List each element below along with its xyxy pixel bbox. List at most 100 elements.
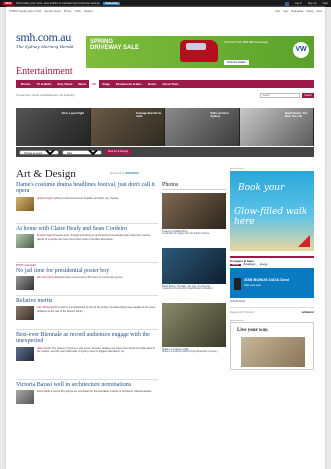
story-divider <box>16 223 158 224</box>
right-sidebar: Advertisement Book your Glow-filled walk… <box>230 168 314 370</box>
gallery-description: A collection of images from the Fairfax … <box>162 233 210 235</box>
breadcrumb-text[interactable]: You are here: Home › Entertainment › Art… <box>16 94 74 97</box>
compare-save-widget: Compare & Save Mobile Broadband Energy 3… <box>230 256 314 303</box>
story-thumbnail[interactable] <box>16 346 34 361</box>
top-bar: NEW Personalise your news, save articles… <box>0 0 331 7</box>
story-divider <box>16 379 158 380</box>
nav-item-art[interactable]: Art <box>89 80 100 88</box>
story-thumbnail[interactable] <box>16 196 34 211</box>
tab-mobile[interactable]: Mobile <box>230 264 241 266</box>
mobile-deal-ad[interactable]: 3GB BONUS DATA Deal Offer ends soon <box>230 268 314 298</box>
gallery-description: A selection of works from David Bowie's … <box>162 288 214 290</box>
nav-item-music[interactable]: Music <box>75 80 89 88</box>
section-title: Entertainment <box>16 66 73 77</box>
gallery-image[interactable] <box>162 303 226 347</box>
slide-caption: Dali's world in Sydney <box>210 112 229 119</box>
site-logo[interactable]: smh.com.au The Sydney Morning Herald <box>16 30 74 49</box>
classified-more[interactable]: More <box>317 10 322 13</box>
story-thumbnail[interactable] <box>16 306 34 321</box>
nav-item-stage[interactable]: Stage <box>99 80 113 88</box>
story-headline[interactable]: Dame's costume drama headlines festival,… <box>16 182 158 195</box>
qantas-ad-line-1: Book your <box>238 183 285 193</box>
liveway-headline: Live your way. <box>237 328 269 333</box>
driveway-sale-ad[interactable]: SPRING DRIVEWAY SALE Golf GTI from $39,9… <box>86 36 314 68</box>
carousel-slide[interactable]: Dali's world in Sydney <box>165 108 240 146</box>
carousel-slide[interactable]: Courage that left its mark <box>90 108 165 146</box>
search-box: Search <box>260 92 314 98</box>
logo-name: smh.com.au <box>16 30 71 44</box>
nav-item-movies[interactable]: Movies <box>18 80 33 88</box>
nav-item-stay-tuned[interactable]: Stay Tuned <box>54 80 75 88</box>
android-deals-link[interactable]: Android Deals <box>230 300 314 303</box>
datebar-link-traffic[interactable]: Traffic <box>74 10 81 13</box>
story-summary: The spaces of Sydney's arts scene, lectu… <box>37 346 156 353</box>
search-button[interactable]: Search <box>302 92 314 98</box>
carousel-slide[interactable]: All in a good light <box>16 108 91 146</box>
account-links: Log in Sign up Help <box>284 1 328 6</box>
car-image <box>180 40 218 62</box>
deal-subline: Offer ends soon <box>244 283 261 287</box>
nav-item-books[interactable]: Books <box>145 80 160 88</box>
section-nav: Movies TV & Radio Stay Tuned Music Art S… <box>16 80 314 88</box>
help-link[interactable]: Help <box>323 2 328 5</box>
phone-icon <box>234 278 241 290</box>
event-select[interactable]: Choose an event <box>19 149 59 155</box>
story-item: Relative merits John McDonald This work … <box>16 298 158 321</box>
slide-caption: David Bowie: The Man, The Life <box>285 112 308 119</box>
ad-cta-button[interactable]: View the details <box>224 60 249 65</box>
story-thumbnail[interactable] <box>16 390 34 405</box>
datebar-link-weather[interactable]: Weather <box>84 10 93 13</box>
sponsor-logo[interactable]: CENTURION <box>125 173 139 175</box>
story-summary: This work is overshadowed by that of his… <box>37 306 156 313</box>
feature-carousel: All in a good light Courage that left it… <box>16 108 314 146</box>
story-item: Dame's costume drama headlines festival,… <box>16 182 158 211</box>
nav-item-restaurants[interactable]: Restaurants & Bars <box>113 80 145 88</box>
classified-jobs[interactable]: Jobs <box>275 10 280 13</box>
datebar-link-photos[interactable]: Photos <box>64 10 71 13</box>
live-your-way-ad[interactable]: Live your way. <box>230 322 314 370</box>
personalise-promo[interactable]: Personalise your news, save articles to … <box>16 2 100 5</box>
classified-cars[interactable]: Cars <box>283 10 288 13</box>
gallery-image[interactable] <box>162 193 226 229</box>
story-headline[interactable]: No jail time for presidential poster boy <box>16 268 158 274</box>
promotion-brand[interactable]: whitedot <box>302 310 314 314</box>
gallery-description: Hidden: A sculpture walk through Rookwoo… <box>162 351 219 353</box>
date-select[interactable]: Date <box>62 149 102 155</box>
qantas-ad[interactable]: Book your Glow-filled walk here <box>230 171 314 251</box>
story-headline[interactable]: Victoria Barasi well in architecture nom… <box>16 382 158 388</box>
story-thumbnail[interactable] <box>16 234 34 249</box>
story-item: Victoria Barasi well in architecture nom… <box>16 382 158 405</box>
signup-link[interactable]: Sign up <box>308 2 317 5</box>
carousel-slide[interactable]: David Bowie: The Man, The Life <box>239 108 314 146</box>
gallery-image[interactable] <box>162 248 226 284</box>
datebar-link-member[interactable]: Member Centre <box>44 10 61 13</box>
photo-gallery-item: Hidden: A sculpture walk Hidden: A sculp… <box>162 303 226 354</box>
compare-tabs: Mobile Broadband Energy <box>230 264 314 266</box>
story-tag: Photo Gallery <box>16 264 37 267</box>
tab-energy[interactable]: Energy <box>258 264 270 266</box>
story-divider <box>16 329 158 330</box>
liveway-image <box>241 337 305 367</box>
tab-broadband[interactable]: Broadband <box>241 264 258 266</box>
event-filter-bar: Choose an event Date Find Art & Design <box>16 147 314 157</box>
story-headline[interactable]: Relative merits <box>16 298 158 304</box>
story-author[interactable]: Drew Marks <box>37 390 50 393</box>
ad-price: Golf GTI from $39,990 driveaway <box>224 40 269 44</box>
story-author[interactable]: Andrew Taylor <box>37 197 53 200</box>
classified-realestate[interactable]: Real Estate <box>291 10 303 13</box>
find-button[interactable]: Find Art & Design <box>105 149 132 155</box>
subscribe-button[interactable]: Subscribe <box>103 2 120 5</box>
search-input[interactable] <box>260 92 301 98</box>
nav-item-tv-radio[interactable]: TV & Radio <box>33 80 54 88</box>
story-headline[interactable]: Best-ever Biennale as record audiences e… <box>16 332 158 345</box>
login-link[interactable]: Log in <box>295 2 302 5</box>
nav-item-about-town[interactable]: About Town <box>159 80 181 88</box>
photos-column: Photos Festival, Archibald Prize A colle… <box>162 182 226 354</box>
facebook-icon[interactable] <box>284 1 289 6</box>
story-author[interactable]: Dan Van Kamp <box>37 276 54 279</box>
qantas-logo-icon <box>298 235 310 247</box>
story-headline[interactable]: At home with Claire Healy and Sean Corde… <box>16 226 158 232</box>
story-thumbnail[interactable] <box>16 276 34 291</box>
classified-dating[interactable]: Dating <box>307 10 314 13</box>
photos-title: Photos <box>162 182 226 190</box>
